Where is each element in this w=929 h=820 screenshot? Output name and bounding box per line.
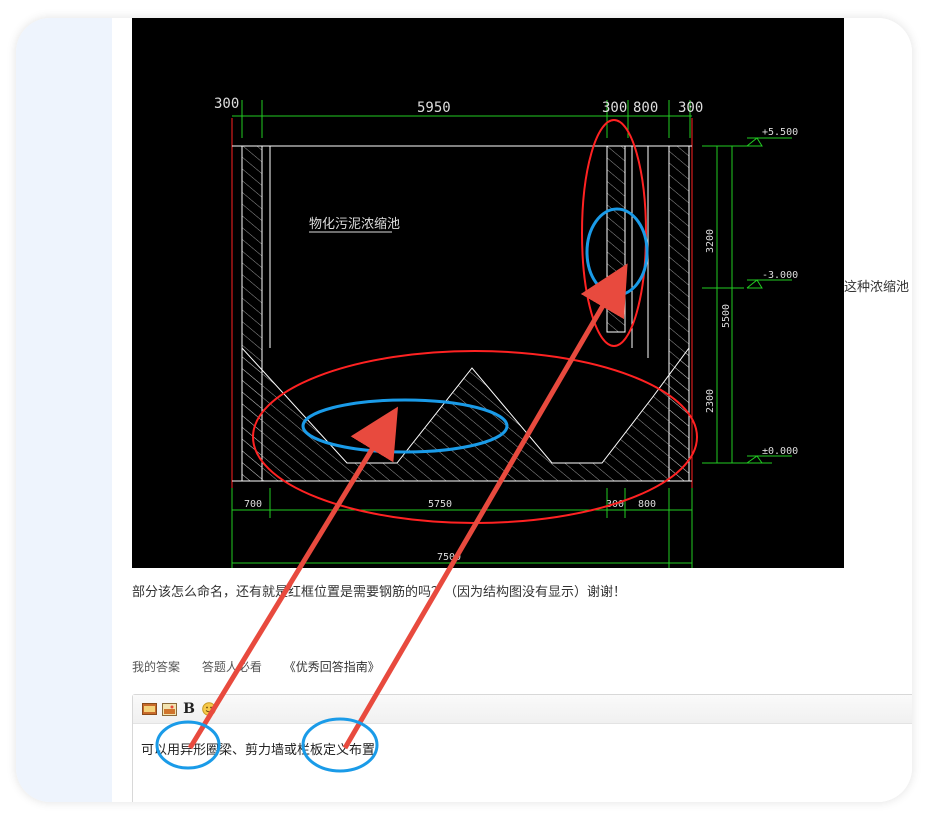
dim-right-5500: 5500	[721, 304, 732, 328]
elevation-zero: ±0.000	[762, 446, 798, 457]
dim-bottom-700: 700	[244, 499, 262, 510]
tank-structure	[232, 145, 692, 482]
left-panel	[16, 18, 112, 802]
cad-drawing-image: 300 5950 300 800 300 物化污泥浓缩池 3200 2300 5…	[132, 18, 844, 568]
image-icon[interactable]	[141, 701, 157, 717]
picture-icon[interactable]	[161, 701, 177, 717]
dim-top-300-left: 300	[214, 96, 239, 112]
tank-label: 物化污泥浓缩池	[309, 216, 400, 232]
answer-guide-link[interactable]: 《优秀回答指南》	[284, 660, 380, 674]
page-frame: 300 5950 300 800 300 物化污泥浓缩池 3200 2300 5…	[16, 18, 912, 802]
dim-bottom-5750: 5750	[428, 499, 452, 510]
dim-top-300-mid: 300	[602, 100, 627, 116]
dim-top-800: 800	[633, 100, 658, 116]
dim-top-5950: 5950	[417, 100, 451, 116]
elevation-mid: -3.000	[762, 270, 798, 281]
question-text: 部分该怎么命名，还有就是红框位置是需要钢筋的吗？（因为结构图没有显示）谢谢！	[132, 585, 627, 600]
dim-bottom-300: 300	[606, 499, 624, 510]
dim-right-2300: 2300	[705, 389, 716, 413]
dim-bottom-800: 800	[638, 499, 656, 510]
editor-toolbar: B	[133, 695, 912, 724]
my-answer-label: 我的答案	[132, 660, 181, 674]
emoji-icon[interactable]	[201, 701, 217, 717]
right-dimension-lines	[702, 137, 792, 464]
dim-total: 7500	[437, 552, 461, 563]
content-area: 300 5950 300 800 300 物化污泥浓缩池 3200 2300 5…	[112, 18, 912, 802]
dim-right-3200: 3200	[705, 229, 716, 253]
elevation-top: +5.500	[762, 127, 798, 138]
editor-content[interactable]: 可以用异形圈梁、剪力墙或栏板定义布置	[141, 739, 375, 758]
must-read-link[interactable]: 答题人必看	[202, 660, 262, 674]
bold-icon[interactable]: B	[181, 701, 197, 717]
dim-top-300-right: 300	[678, 100, 703, 116]
answer-editor[interactable]: B 可以用异形圈梁、剪力墙或栏板定义布置	[132, 694, 912, 802]
answer-links-row: 我的答案 答题人必看 《优秀回答指南》	[132, 658, 398, 675]
question-text-fragment: 这种浓缩池	[844, 280, 910, 295]
